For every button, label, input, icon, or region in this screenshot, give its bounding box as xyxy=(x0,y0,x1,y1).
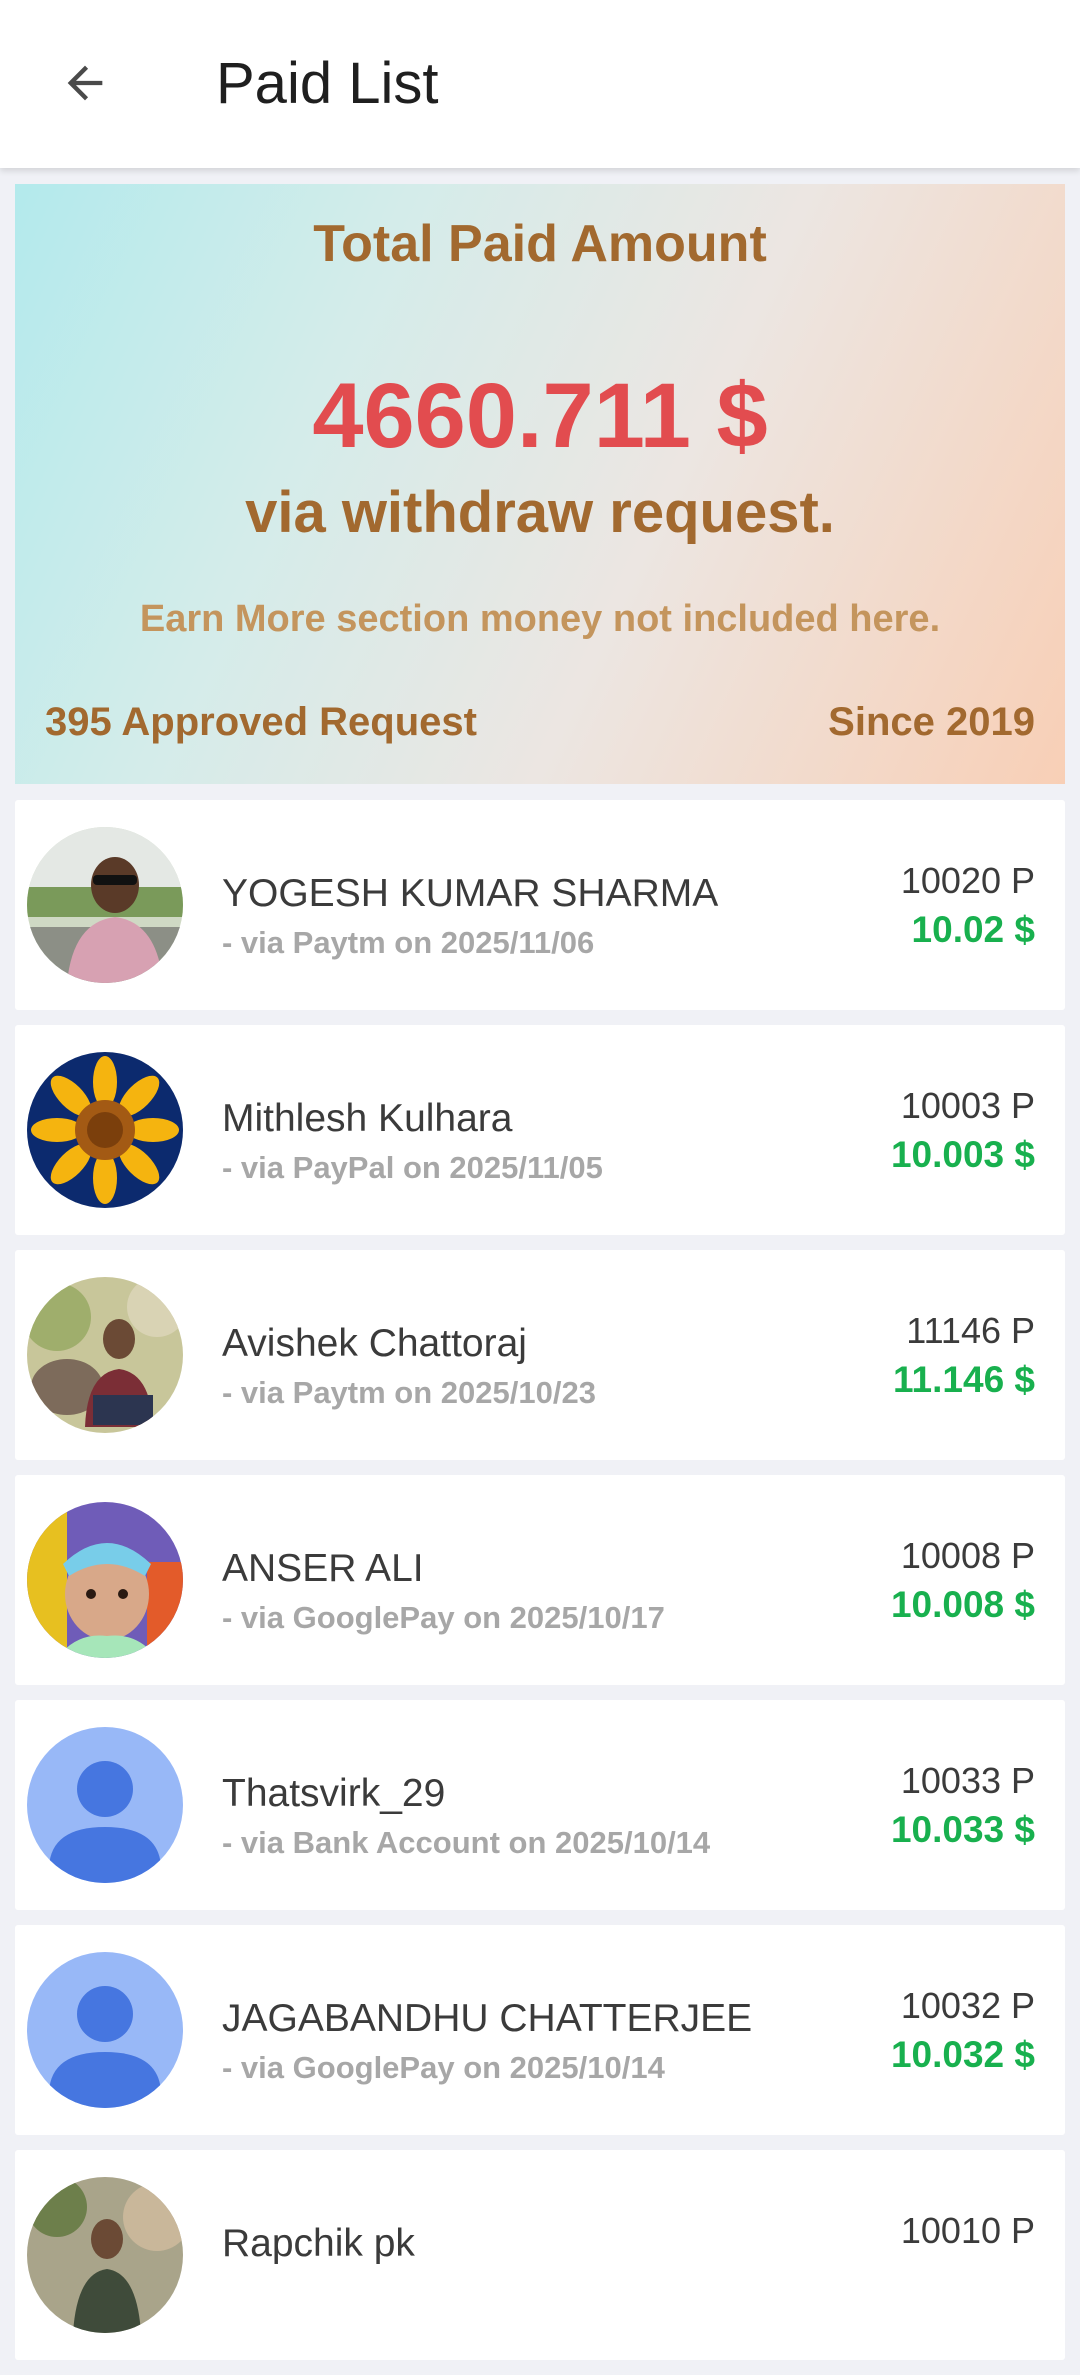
avatar xyxy=(27,827,183,983)
payment-method-date: - via Paytm on 2025/11/06 xyxy=(222,925,595,960)
total-amount: 4660.711 $ xyxy=(312,365,768,467)
dollar-amount: 10.02 $ xyxy=(911,909,1035,950)
dollar-amount: 10.003 $ xyxy=(890,1134,1035,1175)
back-button[interactable] xyxy=(40,40,130,130)
total-paid-summary-card: Total Paid Amount 4660.711 $ via withdra… xyxy=(15,184,1065,784)
payee-name: Rapchik pk xyxy=(222,2222,415,2265)
list-item[interactable]: YOGESH KUMAR SHARMA - via Paytm on 2025/… xyxy=(15,800,1065,1010)
dollar-amount: 11.146 $ xyxy=(893,1359,1035,1400)
points-amount: 11146 P xyxy=(906,1310,1035,1351)
list-item[interactable]: Avishek Chattoraj - via Paytm on 2025/10… xyxy=(15,1250,1065,1460)
payment-method-date: - via GooglePay on 2025/10/17 xyxy=(222,1600,665,1635)
list-item[interactable]: Mithlesh Kulhara - via PayPal on 2025/11… xyxy=(15,1025,1065,1235)
payee-name: Mithlesh Kulhara xyxy=(222,1097,513,1140)
dollar-amount: 10.032 $ xyxy=(890,2034,1035,2075)
approved-count: 395 Approved Request xyxy=(45,700,477,744)
payment-method-date: - via Bank Account on 2025/10/14 xyxy=(222,1825,711,1860)
default-person-icon xyxy=(27,1727,183,1883)
points-amount: 10010 P xyxy=(900,2210,1035,2251)
dollar-amount: 10.008 $ xyxy=(890,1584,1035,1625)
payee-name: YOGESH KUMAR SHARMA xyxy=(222,872,719,915)
page-title: Paid List xyxy=(216,51,439,116)
list-item[interactable]: Thatsvirk_29 - via Bank Account on 2025/… xyxy=(15,1700,1065,1910)
summary-via-text: via withdraw request. xyxy=(245,480,835,545)
dollar-amount: 10.033 $ xyxy=(890,1809,1035,1850)
payment-method-date: - via Paytm on 2025/10/23 xyxy=(222,1375,596,1410)
summary-title: Total Paid Amount xyxy=(313,215,767,273)
paid-list: YOGESH KUMAR SHARMA - via Paytm on 2025/… xyxy=(15,800,1065,2375)
payment-method-date: - via GooglePay on 2025/10/14 xyxy=(222,2050,665,2085)
payee-name: Avishek Chattoraj xyxy=(222,1322,527,1365)
list-item[interactable]: JAGABANDHU CHATTERJEE - via GooglePay on… xyxy=(15,1925,1065,2135)
list-item[interactable]: Rapchik pk 10010 P xyxy=(15,2150,1065,2360)
points-amount: 10003 P xyxy=(900,1085,1035,1126)
payee-name: Thatsvirk_29 xyxy=(222,1772,446,1815)
default-person-icon xyxy=(27,1952,183,2108)
since-year: Since 2019 xyxy=(828,700,1035,744)
list-item[interactable]: ANSER ALI - via GooglePay on 2025/10/17 … xyxy=(15,1475,1065,1685)
points-amount: 10020 P xyxy=(900,860,1035,901)
arrow-back-icon xyxy=(59,57,111,114)
avatar xyxy=(27,2177,183,2333)
app-bar: Paid List xyxy=(0,0,1080,168)
summary-note: Earn More section money not included her… xyxy=(139,598,941,640)
payee-name: JAGABANDHU CHATTERJEE xyxy=(222,1997,753,2040)
points-amount: 10008 P xyxy=(900,1535,1035,1576)
points-amount: 10032 P xyxy=(900,1985,1035,2026)
avatar xyxy=(27,1277,183,1433)
avatar xyxy=(27,1052,183,1208)
avatar xyxy=(27,1502,183,1658)
payment-method-date: - via PayPal on 2025/11/05 xyxy=(222,1150,603,1185)
payee-name: ANSER ALI xyxy=(222,1547,424,1590)
points-amount: 10033 P xyxy=(900,1760,1035,1801)
